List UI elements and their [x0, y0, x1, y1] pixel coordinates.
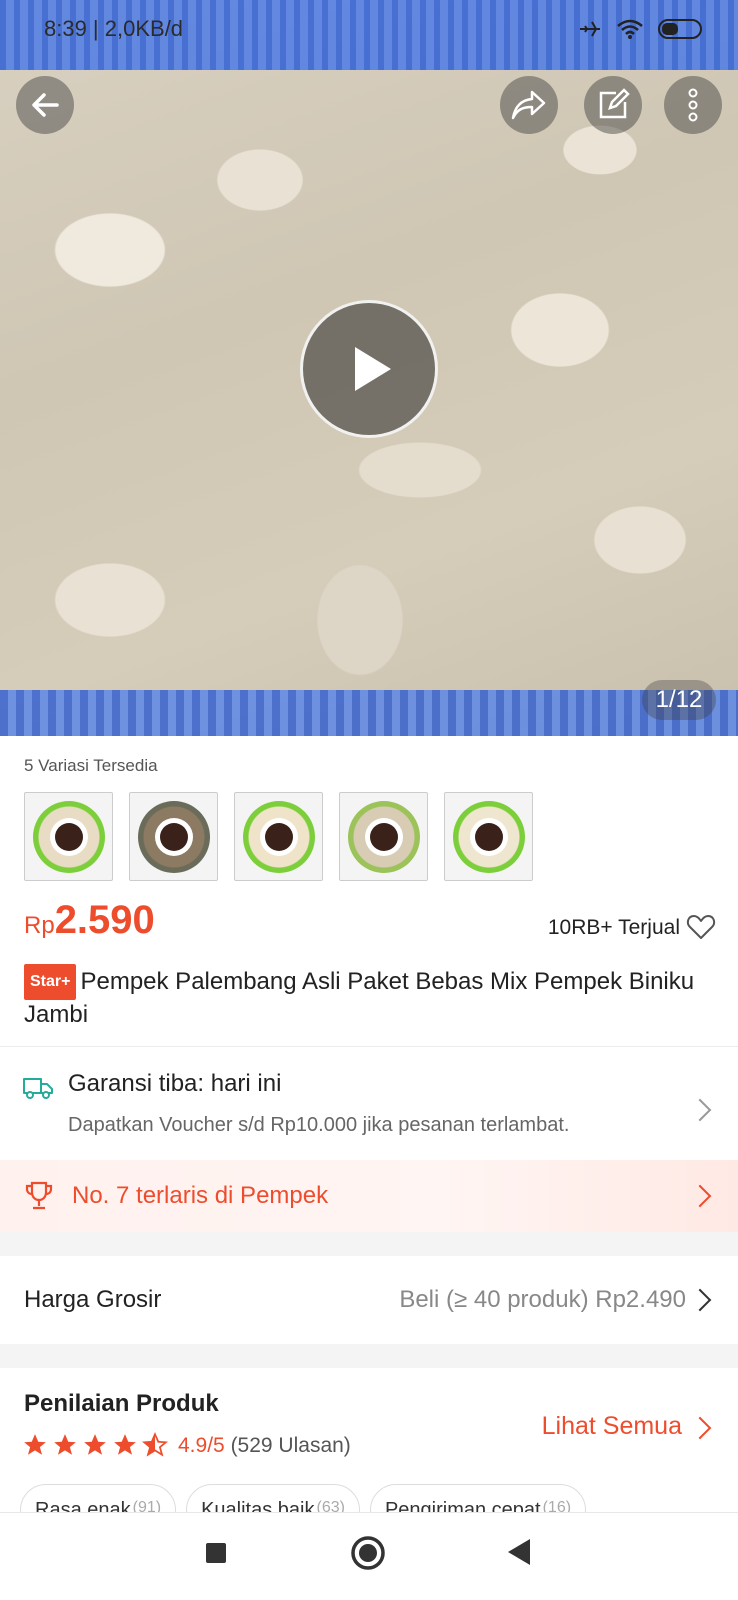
chevron-right-icon: [688, 1098, 712, 1122]
sauce: [54, 822, 83, 851]
plate-image: [32, 800, 105, 873]
bestseller-row[interactable]: No. 7 terlaris di Pempek: [0, 1160, 738, 1232]
variations-section: 5 Variasi Tersedia: [0, 736, 738, 896]
airplane-mode-icon: [580, 21, 600, 37]
star-full-icon: [114, 1434, 136, 1455]
guarantee-subtitle: Dapatkan Voucher s/d Rp10.000 jika pesan…: [68, 1114, 570, 1136]
sauce: [159, 822, 188, 851]
basket-decoration-bottom: [0, 690, 738, 736]
variation-thumbnail[interactable]: [339, 792, 428, 881]
edit-button[interactable]: [584, 76, 642, 134]
heart-icon[interactable]: [686, 912, 716, 942]
wholesale-price-row[interactable]: Harga Grosir Beli (≥ 40 produk) Rp2.490: [0, 1256, 738, 1344]
bestseller-label: No. 7 terlaris di Pempek: [72, 1182, 329, 1209]
share-icon: [511, 90, 546, 120]
edit-icon: [599, 88, 630, 119]
plate-image: [347, 800, 420, 873]
star-full-icon: [84, 1434, 106, 1455]
wholesale-label: Harga Grosir: [24, 1286, 162, 1313]
star-half-icon: [142, 1432, 168, 1457]
sauce-bowl: [469, 817, 508, 856]
variation-thumbnail[interactable]: [444, 792, 533, 881]
star-plus-badge: Star+: [24, 964, 77, 1000]
battery-icon: [658, 19, 702, 39]
rating-heading: Penilaian Produk: [24, 1390, 219, 1417]
delivery-guarantee-row[interactable]: Garansi tiba: hari ini Dapatkan Voucher …: [0, 1046, 738, 1158]
price-row: Rp2.590 10RB+ Terjual: [0, 896, 738, 956]
product-title-text: Pempek Palembang Asli Paket Bebas Mix Pe…: [24, 968, 695, 1028]
rating-score: 4.9/5 (529 Ulasan): [178, 1434, 351, 1458]
share-button[interactable]: [500, 76, 558, 134]
sauce-bowl: [364, 817, 403, 856]
price: Rp2.590: [24, 898, 155, 943]
image-counter: 1/12: [642, 680, 716, 720]
variations-label: 5 Variasi Tersedia: [24, 756, 158, 775]
back-triangle-icon[interactable]: [506, 1537, 532, 1567]
more-button[interactable]: [664, 76, 722, 134]
arrow-left-icon: [32, 93, 59, 117]
status-time-speed: 8:39 | 2,0KB/d: [44, 16, 184, 41]
section-gap: [0, 1232, 738, 1256]
variation-thumbnail[interactable]: [129, 792, 218, 881]
product-title: Star+ Pempek Palembang Asli Paket Bebas M…: [24, 964, 714, 1030]
rating-stars: [22, 1432, 168, 1458]
trophy-icon: [25, 1181, 53, 1210]
play-icon: [355, 347, 391, 391]
variation-thumbnails: [24, 792, 533, 881]
chevron-right-icon: [688, 1416, 712, 1440]
star-full-icon: [54, 1434, 76, 1455]
variation-thumbnail[interactable]: [234, 792, 323, 881]
product-image[interactable]: 8:39 | 2,0KB/d 1/12: [0, 0, 738, 736]
recent-apps-icon[interactable]: [204, 1541, 228, 1565]
sold-count: 10RB+ Terjual: [547, 916, 680, 939]
see-all-reviews-link[interactable]: Lihat Semua: [542, 1412, 682, 1441]
plate-image: [452, 800, 525, 873]
guarantee-title: Garansi tiba: hari ini: [68, 1070, 282, 1097]
status-icons: [578, 18, 702, 40]
home-icon[interactable]: [350, 1535, 386, 1571]
play-video-button[interactable]: [300, 300, 438, 438]
star-full-icon: [24, 1434, 46, 1455]
status-bar: 8:39 | 2,0KB/d: [0, 0, 738, 58]
sauce-bowl: [154, 817, 193, 856]
sauce-bowl: [49, 817, 88, 856]
section-gap: [0, 1344, 738, 1368]
chevron-right-icon: [688, 1288, 712, 1312]
product-rating-section: Penilaian Produk 4.9/5 (529 Ulasan) Liha…: [0, 1368, 738, 1536]
more-vertical-icon: [688, 88, 698, 122]
price-currency: Rp: [24, 912, 55, 939]
sauce-bowl: [259, 817, 298, 856]
android-navigation-bar: [0, 1512, 738, 1600]
price-value: 2.590: [54, 898, 155, 942]
wifi-icon: [617, 19, 643, 39]
rating-score-value: 4.9/5: [178, 1434, 225, 1457]
sauce: [369, 822, 398, 851]
sauce: [474, 822, 503, 851]
truck-icon: [23, 1078, 53, 1099]
back-button[interactable]: [16, 76, 74, 134]
plate-image: [137, 800, 210, 873]
rating-review-count: (529 Ulasan): [230, 1434, 351, 1457]
wholesale-value: Beli (≥ 40 produk) Rp2.490: [399, 1286, 686, 1313]
sauce: [264, 822, 293, 851]
plate-image: [242, 800, 315, 873]
variation-thumbnail[interactable]: [24, 792, 113, 881]
chevron-right-icon: [688, 1184, 712, 1208]
